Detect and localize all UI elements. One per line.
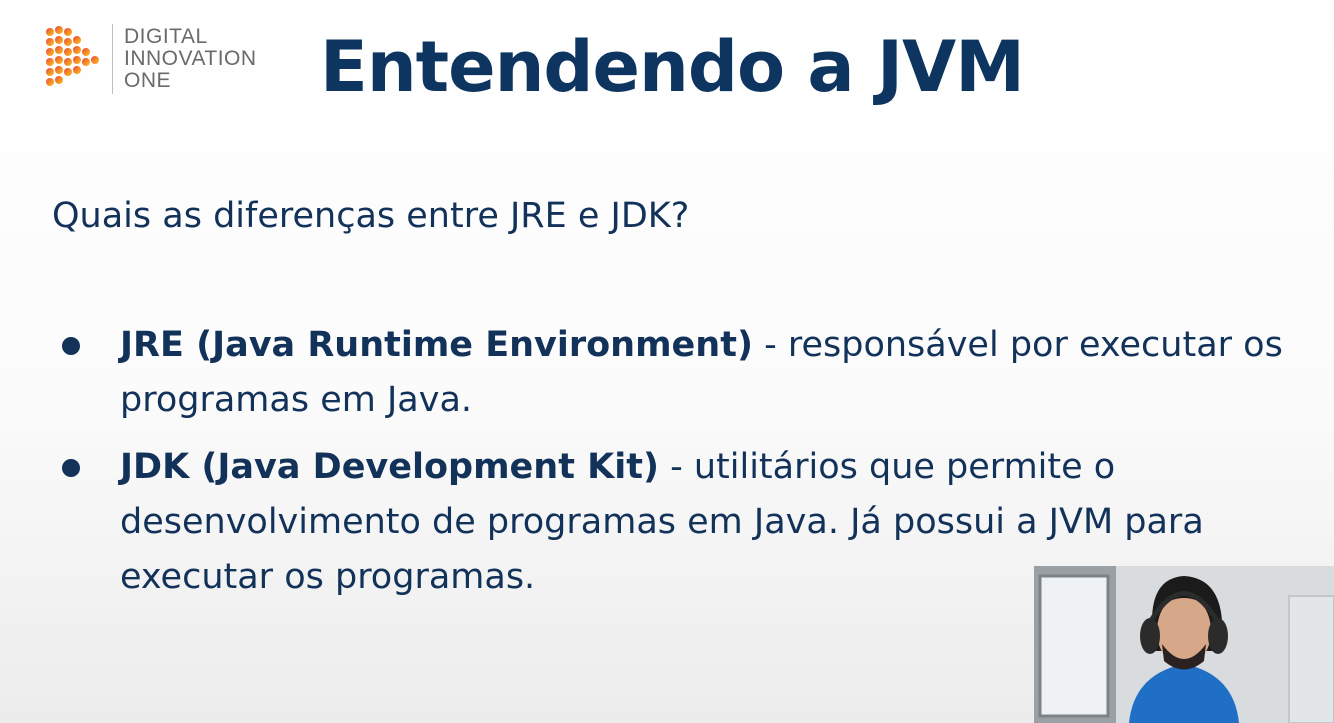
slide-question: Quais as diferenças entre JRE e JDK? [52,196,690,236]
bullet-term: JRE (Java Runtime Environment) [120,325,753,365]
bullet-jre: JRE (Java Runtime Environment) - respons… [60,318,1290,428]
logo-divider [112,24,113,94]
logo-line-1: DIGITAL [124,25,208,48]
brand-logo: DIGITAL INNOVATION ONE [44,24,274,96]
dot-matrix-logo-icon [46,26,99,86]
bullet-dot-icon [62,337,80,355]
slide-title: Entendendo a JVM [320,26,1025,108]
logo-line-2: INNOVATION [124,47,257,70]
bullet-term: JDK (Java Development Kit) [120,447,659,487]
presenter-webcam [1034,566,1334,723]
logo-line-3: ONE [124,69,172,92]
logo-wordmark: DIGITAL INNOVATION ONE [124,26,257,92]
presenter-video-icon [1034,566,1334,723]
bullet-dot-icon [62,459,80,477]
